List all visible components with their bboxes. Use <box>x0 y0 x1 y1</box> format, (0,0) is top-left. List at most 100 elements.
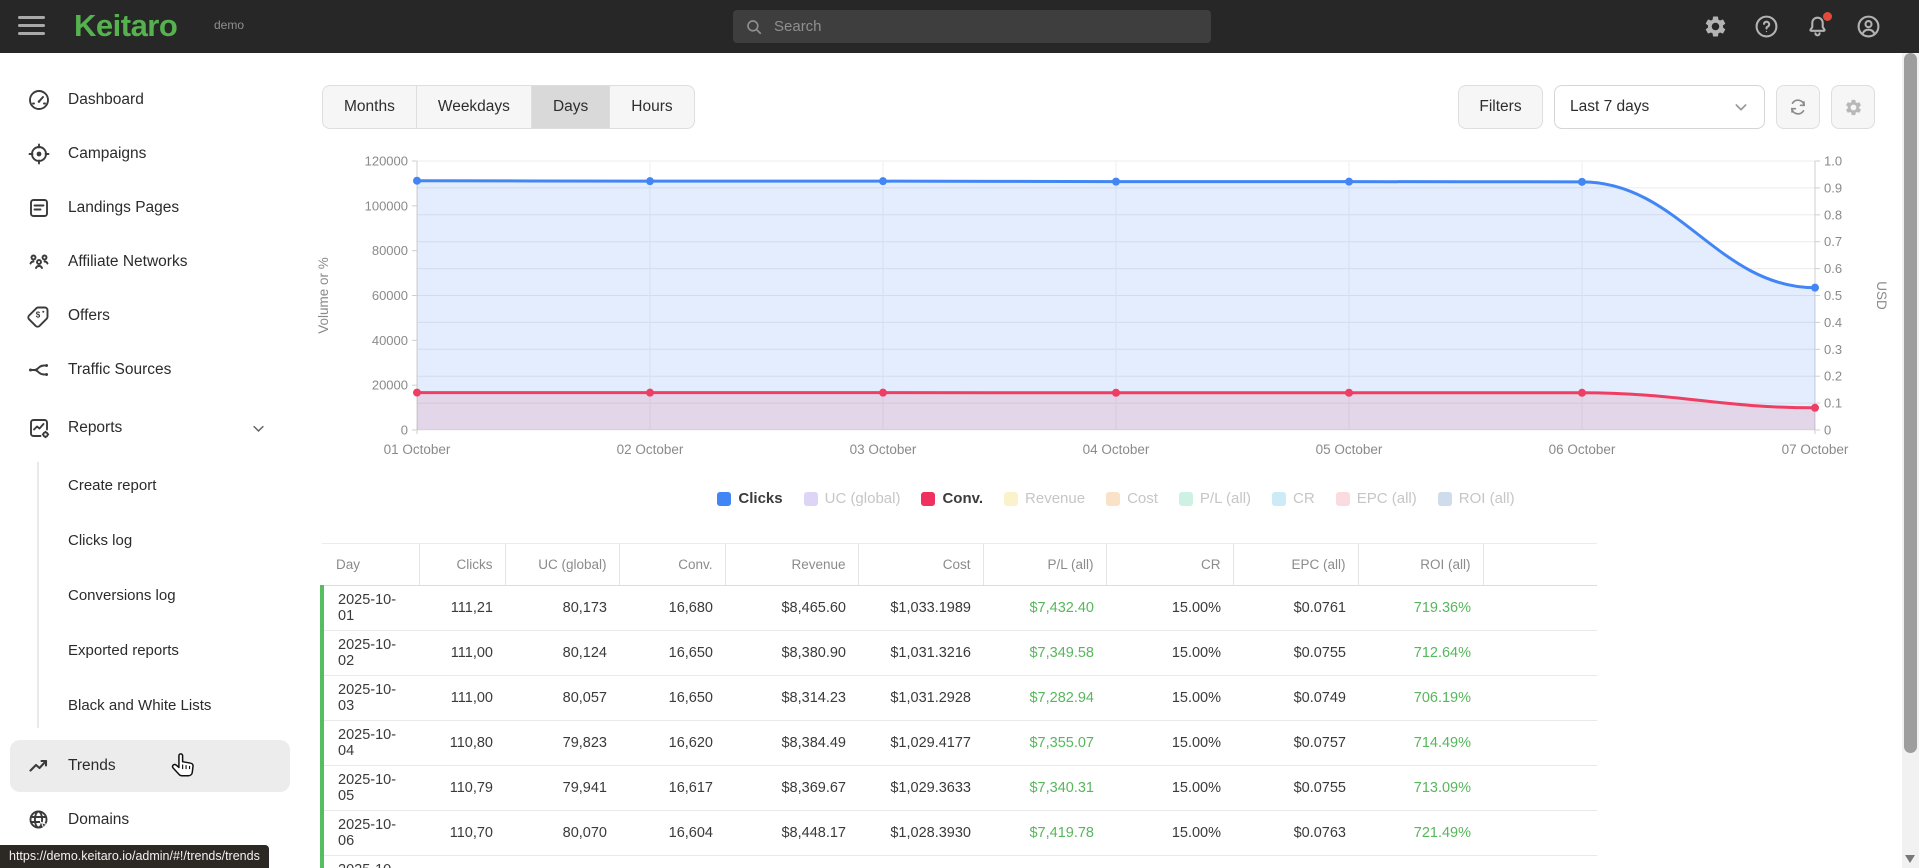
sidebar-item-offers[interactable]: $ Offers <box>0 289 300 343</box>
data-point-Clicks[interactable] <box>1112 177 1120 186</box>
sidebar-subitem-create-report[interactable]: Create report <box>0 458 300 512</box>
sidebar-item-dashboard[interactable]: Dashboard <box>0 73 300 127</box>
env-badge: demo <box>214 18 245 32</box>
legend-item-epc-all-[interactable]: EPC (all) <box>1335 490 1417 507</box>
table-row[interactable]: 2025-10-02 111,00 80,124 16,650 $8,380.90 $1,… <box>320 630 1597 676</box>
table-row[interactable]: 2025-10-0744,4044,4576,648$4,003.34$527.… <box>320 855 1597 868</box>
scrollbar-thumb[interactable] <box>1904 53 1917 753</box>
sidebar-item-label: Traffic Sources <box>68 361 172 378</box>
period-tabs: Months Weekdays Days Hours <box>322 85 695 129</box>
column-header-epc-all-[interactable]: EPC (all) <box>1232 543 1358 586</box>
right-axis-tick: 1.0 <box>1824 154 1842 169</box>
status-url-tooltip: https://demo.keitaro.io/admin/#!/trends/… <box>0 845 269 868</box>
topbar: Keitaro demo <box>0 0 1919 53</box>
data-point-Conv.[interactable] <box>1112 388 1120 397</box>
data-point-Clicks[interactable] <box>1578 177 1586 186</box>
legend-item-uc-global-[interactable]: UC (global) <box>803 490 900 507</box>
sidebar-subitem-label: Clicks log <box>68 531 133 549</box>
legend-item-clicks[interactable]: Clicks <box>717 490 783 507</box>
column-header-day[interactable]: Day <box>322 543 419 586</box>
cell: 659.56% <box>1358 855 1483 868</box>
right-axis-tick: 0.2 <box>1824 369 1842 384</box>
legend-item-cost[interactable]: Cost <box>1106 490 1158 507</box>
sidebar-item-campaigns[interactable]: Campaigns <box>0 127 300 181</box>
cell: $8,314.23 <box>725 675 858 721</box>
data-point-Clicks[interactable] <box>413 176 421 185</box>
data-point-Conv.[interactable] <box>879 388 887 397</box>
help-icon[interactable] <box>1754 14 1779 39</box>
column-header-uc-global-[interactable]: UC (global) <box>504 543 619 586</box>
scroll-down-arrow[interactable] <box>1905 855 1915 863</box>
table-row[interactable]: 2025-10-05 110,79 79,941 16,617 $8,369.67 $1,… <box>320 765 1597 811</box>
sidebar-item-trends[interactable]: Trends <box>0 739 300 793</box>
sidebar-subitem-exported-reports[interactable]: Exported reports <box>0 623 300 677</box>
table-row[interactable]: 2025-10-04 110,80 79,823 16,620 $8,384.49 $1,… <box>320 720 1597 766</box>
search-bar[interactable] <box>733 10 1211 43</box>
column-header-conv-[interactable]: Conv. <box>618 543 725 586</box>
sidebar-subitem-black-and-white-lists[interactable]: Black and White Lists <box>0 678 300 732</box>
data-point-Conv.[interactable] <box>1811 403 1819 412</box>
filters-button[interactable]: Filters <box>1458 85 1543 129</box>
legend-item-conv-[interactable]: Conv. <box>921 490 983 507</box>
trends-line-chart[interactable]: 0 20000 40000 60000 80000 100000 120000 0 0.1 0.2… <box>300 148 1902 483</box>
data-point-Clicks[interactable] <box>1345 177 1353 186</box>
column-header-p-l-all-[interactable]: P/L (all) <box>982 543 1106 586</box>
cell: $0.0781 <box>1233 855 1358 868</box>
x-axis-label: 04 October <box>1083 442 1150 457</box>
cell: 44,457 <box>505 855 619 868</box>
column-header-cr[interactable]: CR <box>1105 543 1233 586</box>
sidebar: Dashboard Campaigns Landings Pages Affil… <box>0 53 300 868</box>
legend-swatch <box>1335 491 1350 506</box>
column-header-roi-all-[interactable]: ROI (all) <box>1357 543 1483 586</box>
sidebar-item-affiliate-networks[interactable]: Affiliate Networks <box>0 235 300 289</box>
legend-item-revenue[interactable]: Revenue <box>1004 490 1085 507</box>
sidebar-item-traffic-sources[interactable]: Traffic Sources <box>0 343 300 397</box>
cell: $7,355.07 <box>983 720 1106 766</box>
column-header-cost[interactable]: Cost <box>857 543 983 586</box>
hamburger-menu-icon[interactable] <box>18 16 45 37</box>
tab-days[interactable]: Days <box>530 86 610 128</box>
table-row[interactable]: 2025-10-03 111,00 80,057 16,650 $8,314.23 $1,… <box>320 675 1597 721</box>
data-point-Clicks[interactable] <box>1811 283 1819 292</box>
cell: $8,448.17 <box>725 810 858 856</box>
user-account-icon[interactable] <box>1856 14 1881 39</box>
legend-item-cr[interactable]: CR <box>1272 490 1315 507</box>
refresh-icon <box>1790 99 1806 115</box>
data-point-Clicks[interactable] <box>879 177 887 186</box>
settings-gear-icon[interactable] <box>1703 14 1728 39</box>
legend-item-roi-all-[interactable]: ROI (all) <box>1437 490 1515 507</box>
sidebar-subitem-clicks-log[interactable]: Clicks log <box>0 513 300 567</box>
data-point-Conv.[interactable] <box>413 388 421 397</box>
sidebar-item-landings-pages[interactable]: Landings Pages <box>0 181 300 235</box>
sidebar-item-domains[interactable]: Domains <box>0 793 300 847</box>
data-point-Conv.[interactable] <box>1345 388 1353 397</box>
cell: 111,00 <box>419 630 505 676</box>
chart-settings-button[interactable] <box>1831 85 1875 129</box>
sidebar-subitem-label: Conversions log <box>68 586 176 604</box>
tab-hours[interactable]: Hours <box>609 86 693 128</box>
refresh-button[interactable] <box>1776 85 1820 129</box>
table-row[interactable]: 2025-10-06 110,70 80,070 16,604 $8,448.17 $1,… <box>320 810 1597 856</box>
notifications-bell-icon[interactable] <box>1805 12 1832 39</box>
vertical-scrollbar[interactable] <box>1902 53 1919 868</box>
cell: $0.0763 <box>1233 810 1358 856</box>
tab-weekdays[interactable]: Weekdays <box>415 86 531 128</box>
sidebar-subitem-conversions-log[interactable]: Conversions log <box>0 568 300 622</box>
main-content: Months Weekdays Days Hours Filters Last … <box>300 53 1902 868</box>
column-header-revenue[interactable]: Revenue <box>724 543 858 586</box>
data-point-Conv.[interactable] <box>646 388 654 397</box>
app-logo: Keitaro <box>74 8 178 43</box>
sidebar-item-reports[interactable]: Reports <box>0 401 300 455</box>
date-range-dropdown[interactable]: Last 7 days <box>1554 85 1765 129</box>
table-row[interactable]: 2025-10-01 111,21 80,173 16,680 $8,465.60 $1,… <box>320 585 1597 631</box>
legend-label: Revenue <box>1025 490 1086 507</box>
data-point-Conv.[interactable] <box>1578 388 1586 397</box>
x-axis-label: 02 October <box>617 442 684 457</box>
column-header-clicks[interactable]: Clicks <box>418 543 505 586</box>
data-point-Clicks[interactable] <box>646 177 654 186</box>
tab-months[interactable]: Months <box>323 86 416 128</box>
search-input[interactable] <box>774 18 1199 35</box>
cell: 719.36% <box>1358 585 1483 631</box>
cell: $8,465.60 <box>725 585 858 631</box>
legend-item-p-l-all-[interactable]: P/L (all) <box>1178 490 1251 507</box>
